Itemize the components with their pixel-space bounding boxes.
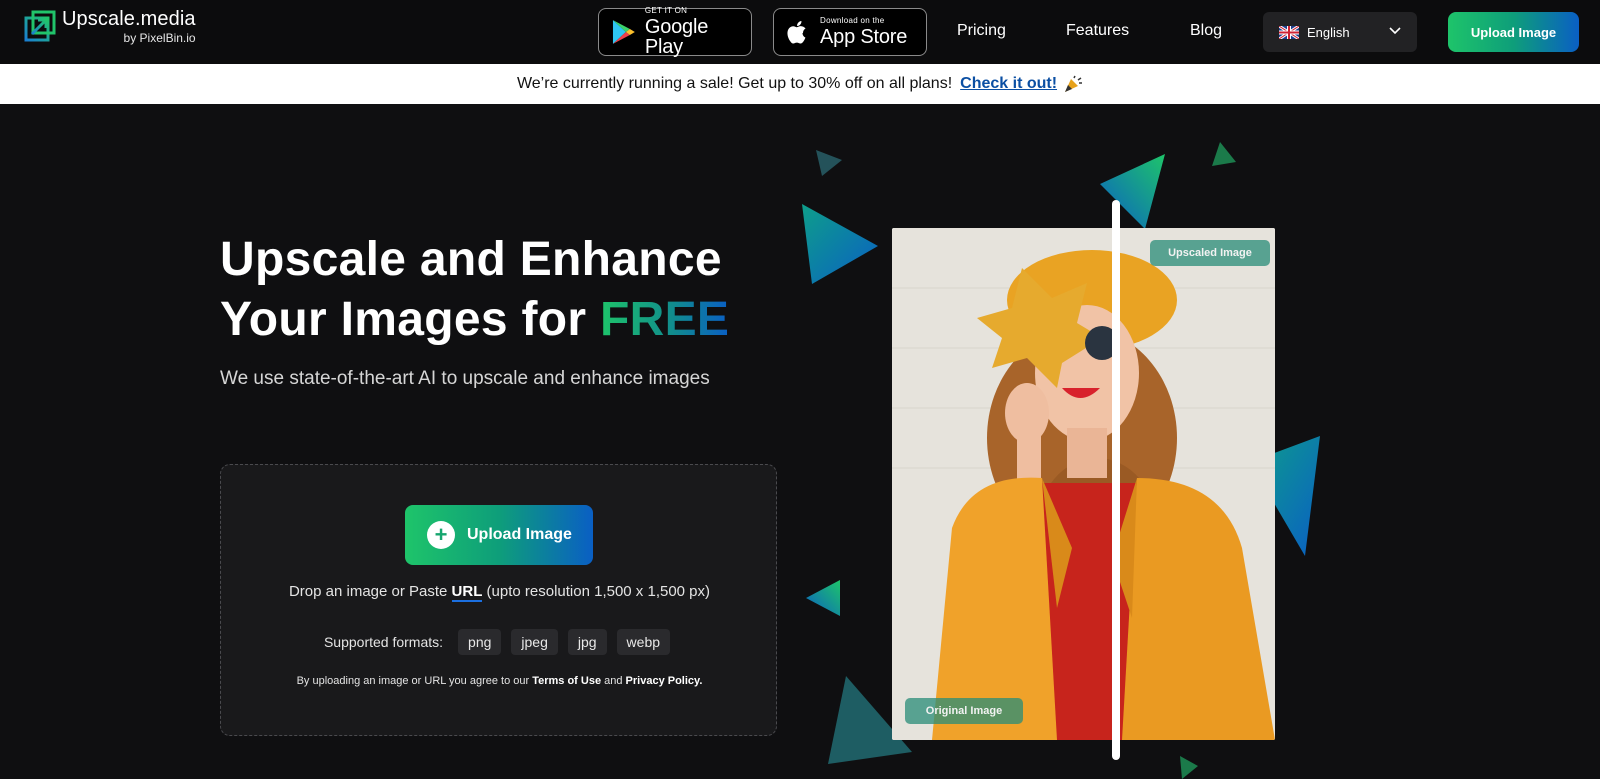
upscale-logo-icon xyxy=(24,10,56,42)
triangle-shape xyxy=(816,150,842,176)
hero-upload-image-button[interactable]: + Upload Image xyxy=(405,505,593,565)
hero-title-line-2-text: Your Images for xyxy=(220,293,600,346)
triangle-shape xyxy=(802,204,878,284)
hero-title-highlight: FREE xyxy=(600,293,730,346)
hero-subtitle: We use state-of-the-art AI to upscale an… xyxy=(220,368,710,389)
app-store-big-text: App Store xyxy=(820,26,908,48)
nav-features-link[interactable]: Features xyxy=(1066,22,1129,40)
paste-url-link[interactable]: URL xyxy=(451,583,483,602)
terms-of-use-link[interactable]: Terms of Use xyxy=(532,675,601,687)
logo-subtitle: by PixelBin.io xyxy=(123,31,196,45)
language-selector[interactable]: English xyxy=(1263,12,1417,52)
triangle-shape xyxy=(1212,142,1236,166)
sample-photo xyxy=(892,228,1275,740)
logo-title: Upscale.media xyxy=(62,8,196,30)
triangle-shape xyxy=(1180,756,1198,779)
chevron-down-icon xyxy=(1389,27,1401,35)
original-image-badge: Original Image xyxy=(905,698,1023,724)
format-badge-jpeg: jpeg xyxy=(511,629,558,655)
plus-icon: + xyxy=(427,521,455,549)
before-after-visual: Upscaled Image Original Image xyxy=(800,104,1360,779)
uk-flag-icon xyxy=(1279,25,1299,39)
drop-suffix: (upto resolution 1,500 x 1,500 px) xyxy=(482,583,711,600)
top-nav: Upscale.media by PixelBin.io GET IT ON G… xyxy=(0,0,1600,64)
terms-prefix: By uploading an image or URL you agree t… xyxy=(296,675,533,687)
app-store-small-text: Download on the xyxy=(820,16,885,25)
google-play-button[interactable]: GET IT ON Google Play xyxy=(598,6,752,58)
google-play-small-text: GET IT ON xyxy=(644,6,688,15)
language-label: English xyxy=(1307,24,1350,40)
nav-upload-image-button[interactable]: Upload Image xyxy=(1448,12,1579,52)
hero-title-line-2: Your Images for FREE xyxy=(220,290,729,350)
google-play-big-text: Google Play xyxy=(644,16,709,58)
sale-banner-text: We’re currently running a sale! Get up t… xyxy=(516,75,953,92)
sale-banner: We’re currently running a sale! Get up t… xyxy=(0,64,1600,104)
hero-upload-label: Upload Image xyxy=(467,526,572,543)
supported-formats: Supported formats: png jpeg jpg webp xyxy=(221,629,778,655)
format-badge-jpg: jpg xyxy=(567,629,607,655)
formats-label: Supported formats: xyxy=(323,634,444,650)
privacy-policy-link[interactable]: Privacy Policy. xyxy=(626,675,703,687)
party-popper-icon xyxy=(1065,75,1083,92)
upload-dropzone[interactable]: + Upload Image Drop an image or Paste UR… xyxy=(220,464,777,736)
drop-instructions: Drop an image or Paste URL (upto resolut… xyxy=(221,583,778,602)
triangle-shape xyxy=(806,580,840,616)
nav-blog-link[interactable]: Blog xyxy=(1190,22,1222,40)
sale-banner-link[interactable]: Check it out! xyxy=(960,75,1057,93)
hero-title: Upscale and Enhance Your Images for FREE xyxy=(220,230,729,350)
sample-photo-illustration xyxy=(892,228,1275,740)
nav-pricing-link[interactable]: Pricing xyxy=(957,22,1006,40)
format-badge-webp: webp xyxy=(616,629,671,655)
triangle-shape xyxy=(1100,154,1165,229)
google-play-icon xyxy=(612,20,635,44)
logo[interactable]: Upscale.media by PixelBin.io xyxy=(24,9,196,44)
upscaled-image-badge: Upscaled Image xyxy=(1150,240,1270,266)
hero-title-line-1: Upscale and Enhance xyxy=(220,233,722,286)
terms-and: and xyxy=(601,675,626,687)
comparison-slider-handle[interactable] xyxy=(1112,200,1120,760)
apple-icon xyxy=(787,21,806,44)
format-badge-png: png xyxy=(458,629,502,655)
drop-prefix: Drop an image or Paste xyxy=(288,583,452,600)
terms-notice: By uploading an image or URL you agree t… xyxy=(221,675,778,687)
app-store-button[interactable]: Download on the App Store xyxy=(773,8,927,56)
